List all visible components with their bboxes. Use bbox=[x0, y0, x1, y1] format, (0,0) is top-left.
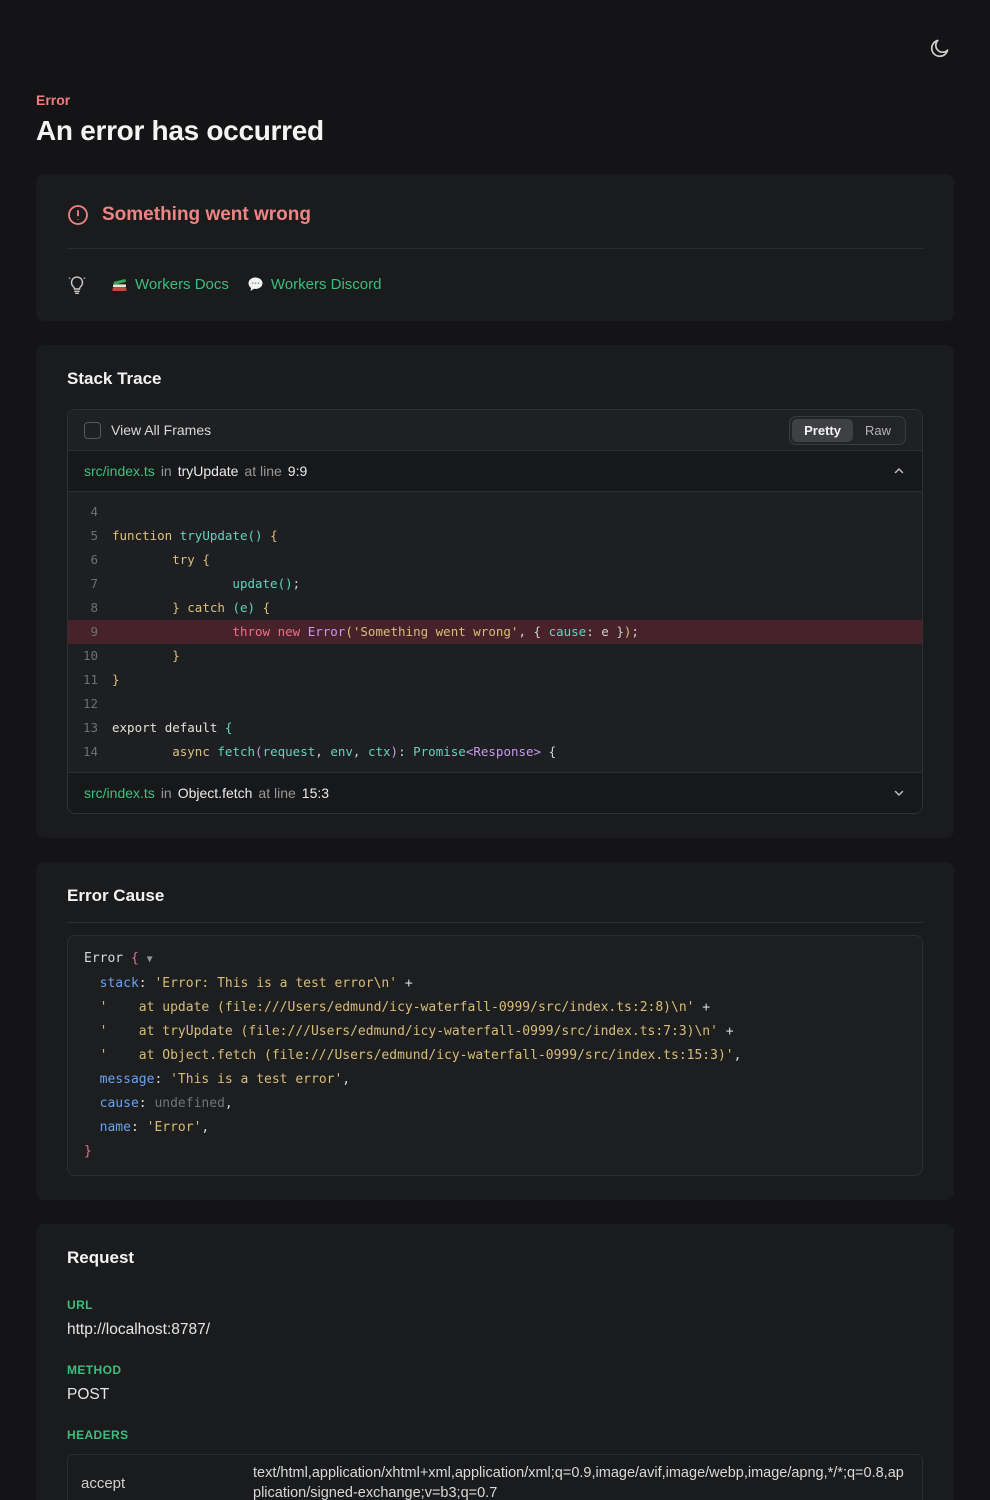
view-all-frames-checkbox[interactable] bbox=[84, 422, 101, 439]
frame-file: src/index.ts bbox=[84, 463, 155, 479]
error-cause-code-block: Error { ▼ stack: 'Error: This is a test … bbox=[67, 935, 923, 1176]
code-line: ' at update (file:///Users/edmund/icy-wa… bbox=[84, 996, 906, 1020]
code-line: } bbox=[84, 1140, 906, 1164]
headers-label: HEADERS bbox=[67, 1428, 923, 1442]
raw-toggle-option[interactable]: Raw bbox=[853, 419, 903, 442]
frame-function: tryUpdate bbox=[178, 463, 239, 479]
line-number: 7 bbox=[68, 572, 98, 596]
code-line: 14 async fetch(request, env, ctx): Promi… bbox=[68, 740, 922, 764]
frame-function: Object.fetch bbox=[178, 785, 253, 801]
stack-trace-title: Stack Trace bbox=[67, 369, 923, 389]
view-all-frames-label: View All Frames bbox=[111, 422, 211, 438]
frames-panel: View All Frames Pretty Raw src/index.ts … bbox=[67, 409, 923, 814]
moon-icon bbox=[928, 36, 952, 60]
line-number: 8 bbox=[68, 596, 98, 620]
line-number: 11 bbox=[68, 668, 98, 692]
line-number: 4 bbox=[68, 500, 98, 524]
books-icon bbox=[111, 276, 128, 293]
frames-toolbar: View All Frames Pretty Raw bbox=[68, 410, 922, 450]
code-line: message: 'This is a test error', bbox=[84, 1068, 906, 1092]
error-cause-card: Error Cause Error { ▼ stack: 'Error: Thi… bbox=[36, 862, 954, 1200]
frame-at-label: at line bbox=[258, 785, 295, 801]
line-number: 6 bbox=[68, 548, 98, 572]
code-line: 5function tryUpdate() { bbox=[68, 524, 922, 548]
line-number: 14 bbox=[68, 740, 98, 764]
workers-docs-label: Workers Docs bbox=[135, 276, 229, 293]
error-cause-title: Error Cause bbox=[67, 886, 923, 906]
code-line: 8 } catch (e) { bbox=[68, 596, 922, 620]
line-number: 13 bbox=[68, 716, 98, 740]
pretty-toggle-option[interactable]: Pretty bbox=[792, 419, 853, 442]
speech-balloon-icon bbox=[247, 276, 264, 293]
error-summary-card: Something went wrong bbox=[36, 174, 954, 321]
method-value: POST bbox=[67, 1386, 923, 1404]
frame-line-number: 9:9 bbox=[288, 463, 307, 479]
chevron-down-icon bbox=[892, 786, 906, 800]
error-message: Something went wrong bbox=[102, 204, 311, 226]
lightbulb-icon bbox=[67, 273, 87, 295]
url-value: http://localhost:8787/ bbox=[67, 1321, 923, 1339]
workers-discord-label: Workers Discord bbox=[271, 276, 382, 293]
line-number: 9 bbox=[68, 620, 98, 644]
code-line: 13export default { bbox=[68, 716, 922, 740]
code-line: 4 bbox=[68, 500, 922, 524]
theme-toggle-button[interactable] bbox=[926, 34, 954, 62]
page-body: Error An error has occurred Something we… bbox=[0, 0, 990, 1500]
url-label: URL bbox=[67, 1298, 923, 1312]
line-number: 12 bbox=[68, 692, 98, 716]
code-line: 6 try { bbox=[68, 548, 922, 572]
code-line: ' at Object.fetch (file:///Users/edmund/… bbox=[84, 1044, 906, 1068]
view-all-frames-control[interactable]: View All Frames bbox=[84, 422, 211, 439]
request-card: Request URL http://localhost:8787/ METHO… bbox=[36, 1224, 954, 1500]
request-title: Request bbox=[67, 1248, 923, 1268]
code-line: name: 'Error', bbox=[84, 1116, 906, 1140]
stack-trace-card: Stack Trace View All Frames Pretty Raw s… bbox=[36, 345, 954, 838]
frame-in-label: in bbox=[161, 785, 172, 801]
highlighted-code-line: 9 throw new Error('Something went wrong'… bbox=[68, 620, 922, 644]
header-value: text/html,application/xhtml+xml,applicat… bbox=[253, 1455, 922, 1500]
code-line: 11} bbox=[68, 668, 922, 692]
code-line: ' at tryUpdate (file:///Users/edmund/icy… bbox=[84, 1020, 906, 1044]
frame-line-number: 15:3 bbox=[302, 785, 329, 801]
code-line: 7 update(); bbox=[68, 572, 922, 596]
line-number: 10 bbox=[68, 644, 98, 668]
header-name: accept bbox=[68, 1465, 253, 1500]
divider bbox=[67, 922, 923, 923]
chevron-up-icon bbox=[892, 464, 906, 478]
code-line: 12 bbox=[68, 692, 922, 716]
stack-frame-header-1[interactable]: src/index.ts in tryUpdate at line 9:9 bbox=[68, 450, 922, 491]
pretty-raw-toggle: Pretty Raw bbox=[789, 416, 906, 445]
line-number: 5 bbox=[68, 524, 98, 548]
frame-at-label: at line bbox=[244, 463, 281, 479]
frame-in-label: in bbox=[161, 463, 172, 479]
workers-discord-link[interactable]: Workers Discord bbox=[247, 276, 382, 293]
source-code-block: 4 5function tryUpdate() {6 try {7 update… bbox=[68, 491, 922, 772]
error-eyebrow: Error bbox=[36, 92, 954, 108]
header-row: accepttext/html,application/xhtml+xml,ap… bbox=[68, 1455, 922, 1500]
code-line: stack: 'Error: This is a test error\n' + bbox=[84, 972, 906, 996]
code-line: Error { ▼ bbox=[84, 947, 906, 972]
code-line: 10 } bbox=[68, 644, 922, 668]
stack-frame-header-2[interactable]: src/index.ts in Object.fetch at line 15:… bbox=[68, 772, 922, 813]
method-label: METHOD bbox=[67, 1363, 923, 1377]
page-title: An error has occurred bbox=[36, 115, 954, 147]
frame-file: src/index.ts bbox=[84, 785, 155, 801]
headers-table: accepttext/html,application/xhtml+xml,ap… bbox=[67, 1454, 923, 1500]
code-line: cause: undefined, bbox=[84, 1092, 906, 1116]
alert-circle-icon bbox=[67, 204, 89, 226]
workers-docs-link[interactable]: Workers Docs bbox=[111, 276, 229, 293]
